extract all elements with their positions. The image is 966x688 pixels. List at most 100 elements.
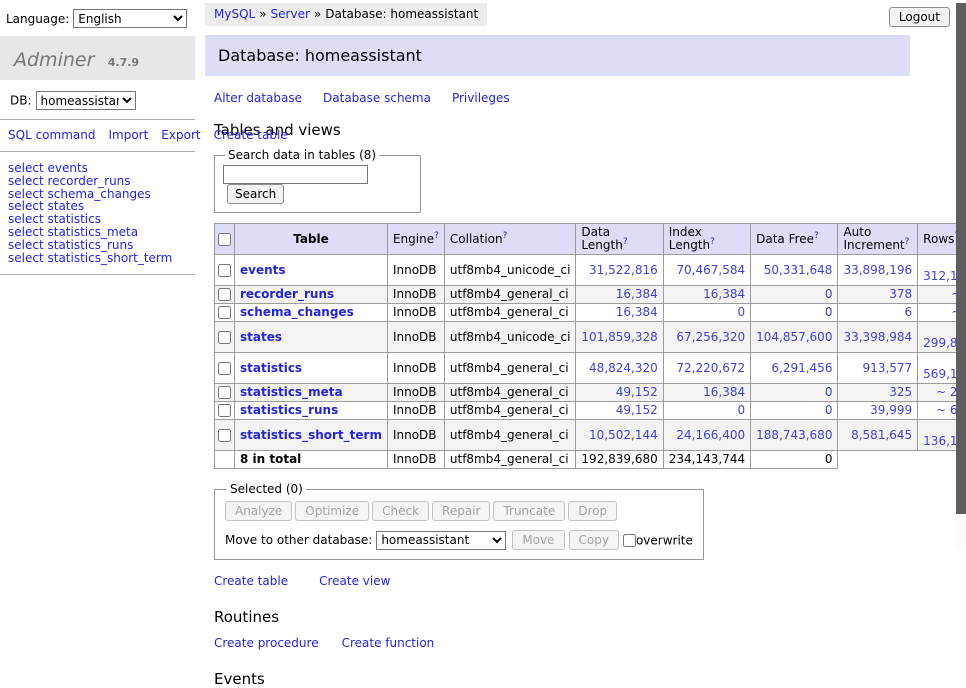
data-free-cell[interactable]: 0 xyxy=(751,304,838,322)
create-procedure-link[interactable]: Create procedure xyxy=(214,636,319,650)
auto-increment-cell[interactable]: 378 xyxy=(838,286,918,304)
sidebar-divider xyxy=(0,274,195,275)
repair-button: Repair xyxy=(432,501,490,521)
db-select[interactable]: homeassistant xyxy=(36,91,136,110)
help-icon[interactable]: ? xyxy=(814,231,819,241)
table-link-statistics-short-term[interactable]: statistics_short_term xyxy=(47,251,172,265)
select-link-statistics-short-term[interactable]: select xyxy=(8,251,44,265)
search-button[interactable]: Search xyxy=(227,184,284,204)
sidebar-table-list: select events select recorder_runs selec… xyxy=(8,162,195,264)
sidebar-link-export[interactable]: Export xyxy=(161,128,200,142)
move-database-select[interactable]: homeassistant xyxy=(376,531,506,550)
table-name-link[interactable]: schema_changes xyxy=(240,305,354,319)
auto-increment-cell[interactable]: 913,577 xyxy=(838,353,918,384)
table-name-link[interactable]: events xyxy=(240,263,286,277)
row-checkbox-states[interactable] xyxy=(218,331,231,344)
table-name-link[interactable]: statistics xyxy=(240,361,302,375)
app-name: Adminer xyxy=(14,49,94,71)
index-length-cell[interactable]: 16,384 xyxy=(663,286,750,304)
data-length-cell[interactable]: 16,384 xyxy=(576,304,663,322)
create-view-link[interactable]: Create view xyxy=(319,574,390,588)
select-all-checkbox[interactable] xyxy=(218,233,231,246)
row-checkbox-schema-changes[interactable] xyxy=(218,306,231,319)
table-name-link[interactable]: statistics_runs xyxy=(240,403,338,417)
database-links: Alter database Database schema Privileges xyxy=(214,91,910,105)
row-checkbox-statistics-runs[interactable] xyxy=(218,404,231,417)
table-name-link[interactable]: states xyxy=(240,330,282,344)
data-length-cell[interactable]: 48,824,320 xyxy=(576,353,663,384)
help-icon[interactable]: ? xyxy=(434,231,439,241)
index-length-cell[interactable]: 0 xyxy=(663,304,750,322)
data-free-cell[interactable]: 104,857,600 xyxy=(751,322,838,353)
help-icon[interactable]: ? xyxy=(710,237,715,247)
data-length-cell[interactable]: 16,384 xyxy=(576,286,663,304)
help-icon[interactable]: ? xyxy=(905,237,910,247)
row-checkbox-statistics[interactable] xyxy=(218,362,231,375)
language-select[interactable]: English xyxy=(73,9,187,28)
auto-increment-cell[interactable]: 325 xyxy=(838,384,918,402)
data-free-cell[interactable]: 50,331,648 xyxy=(751,255,838,286)
total-engine: InnoDB xyxy=(387,451,444,469)
select-all-cell xyxy=(215,224,235,255)
alter-database-link[interactable]: Alter database xyxy=(214,91,302,105)
scrollbar[interactable] xyxy=(956,3,966,546)
selected-fieldset: Selected (0) AnalyzeOptimizeCheckRepairT… xyxy=(214,482,704,560)
data-length-cell[interactable]: 31,522,816 xyxy=(576,255,663,286)
data-length-cell[interactable]: 49,152 xyxy=(576,384,663,402)
col-auto-increment: Auto Increment? xyxy=(838,224,918,255)
index-length-cell[interactable]: 16,384 xyxy=(663,384,750,402)
help-icon[interactable]: ? xyxy=(623,237,628,247)
database-schema-link[interactable]: Database schema xyxy=(323,91,431,105)
routines-heading: Routines xyxy=(214,608,910,626)
auto-increment-cell[interactable]: 33,398,984 xyxy=(838,322,918,353)
privileges-link[interactable]: Privileges xyxy=(452,91,510,105)
data-free-cell[interactable]: 6,291,456 xyxy=(751,353,838,384)
table-name-link[interactable]: recorder_runs xyxy=(240,287,334,301)
row-checkbox-events[interactable] xyxy=(218,264,231,277)
row-checkbox-statistics-meta[interactable] xyxy=(218,386,231,399)
total-label: 8 in total xyxy=(235,451,388,469)
data-free-cell[interactable]: 188,743,680 xyxy=(751,420,838,451)
breadcrumb-mysql-link[interactable]: MySQL xyxy=(214,7,255,21)
auto-increment-cell[interactable]: 6 xyxy=(838,304,918,322)
data-length-cell[interactable]: 10,502,144 xyxy=(576,420,663,451)
overwrite-checkbox[interactable] xyxy=(623,534,636,547)
index-length-cell[interactable]: 24,166,400 xyxy=(663,420,750,451)
index-length-cell[interactable]: 0 xyxy=(663,402,750,420)
auto-increment-cell[interactable]: 33,898,196 xyxy=(838,255,918,286)
help-icon[interactable]: ? xyxy=(503,231,508,241)
data-free-cell[interactable]: 0 xyxy=(751,286,838,304)
data-length-cell[interactable]: 101,859,328 xyxy=(576,322,663,353)
data-free-cell[interactable]: 0 xyxy=(751,402,838,420)
col-table: Table xyxy=(235,224,388,255)
collation-cell: utf8mb4_general_ci xyxy=(444,286,576,304)
search-input[interactable] xyxy=(223,165,368,184)
auto-increment-cell[interactable]: 8,581,645 xyxy=(838,420,918,451)
table-name-link[interactable]: statistics_short_term xyxy=(240,428,382,442)
breadcrumb-server-link[interactable]: Server xyxy=(271,7,310,21)
logout-button[interactable]: Logout xyxy=(889,7,950,27)
data-free-cell[interactable]: 0 xyxy=(751,384,838,402)
index-length-cell[interactable]: 72,220,672 xyxy=(663,353,750,384)
scrollbar-thumb[interactable] xyxy=(956,3,966,514)
collation-cell: utf8mb4_general_ci xyxy=(444,384,576,402)
create-function-link[interactable]: Create function xyxy=(342,636,435,650)
total-index-length: 234,143,744 xyxy=(663,451,750,469)
engine-cell: InnoDB xyxy=(387,402,444,420)
table-row: events InnoDB utf8mb4_unicode_ci 31,522,… xyxy=(215,255,966,286)
row-checkbox-recorder-runs[interactable] xyxy=(218,288,231,301)
sidebar-link-sql-command[interactable]: SQL command xyxy=(8,128,95,142)
table-name-link[interactable]: statistics_meta xyxy=(240,385,343,399)
index-length-cell[interactable]: 70,467,584 xyxy=(663,255,750,286)
col-engine: Engine? xyxy=(387,224,444,255)
table-row: schema_changes InnoDB utf8mb4_general_ci… xyxy=(215,304,966,322)
create-table-link[interactable]: Create table xyxy=(214,574,288,588)
auto-increment-cell[interactable]: 39,999 xyxy=(838,402,918,420)
row-checkbox-statistics-short-term[interactable] xyxy=(218,429,231,442)
index-length-cell[interactable]: 67,256,320 xyxy=(663,322,750,353)
check-button: Check xyxy=(372,501,429,521)
sidebar-link-import[interactable]: Import xyxy=(108,128,148,142)
data-length-cell[interactable]: 49,152 xyxy=(576,402,663,420)
col-data-free: Data Free? xyxy=(751,224,838,255)
sidebar-link-create-table[interactable]: Create table xyxy=(214,128,288,142)
